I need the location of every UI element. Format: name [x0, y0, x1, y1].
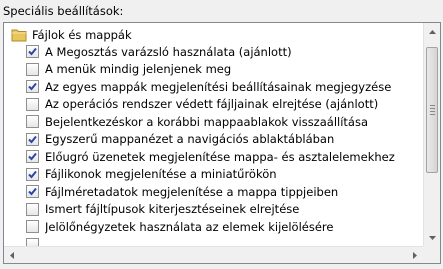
list-item[interactable]: Jelölőnégyzetek használata az elemek kij…	[26, 218, 422, 236]
item-label: Fájlméretadatok megjelenítése a mappa ti…	[45, 184, 339, 199]
folder-icon	[11, 29, 27, 41]
item-label: Az operációs rendszer védett fájljainak …	[45, 97, 379, 112]
item-label: Bejelentkezéskor a korábbi mappaablakok …	[45, 114, 368, 129]
list-item[interactable]: Fájlikonok megjelenítése a miniatűrökön	[26, 166, 422, 184]
scroll-up-button[interactable]	[424, 23, 440, 40]
checkbox[interactable]	[26, 115, 39, 129]
arrow-left-icon	[10, 252, 14, 259]
settings-list: A Megosztás varázsló használata (ajánlot…	[26, 43, 422, 253]
checkmark-icon	[28, 170, 37, 179]
arrow-right-icon	[413, 252, 417, 259]
list-item[interactable]: A menük mindig jelenjenek meg	[26, 61, 422, 79]
scroll-thumb[interactable]	[426, 47, 438, 173]
scroll-down-button[interactable]	[424, 229, 440, 246]
arrow-up-icon	[428, 29, 436, 34]
checkmark-icon	[28, 48, 37, 56]
list-item[interactable]: A Megosztás varázsló használata (ajánlot…	[26, 43, 422, 61]
item-label: Ismert fájltípusok kiterjesztéseinek elr…	[45, 202, 300, 217]
item-label: Az egyes mappák megjelenítési beállítása…	[45, 79, 392, 94]
list-item[interactable]: Bejelentkezéskor a korábbi mappaablakok …	[26, 113, 422, 131]
checkbox[interactable]	[26, 45, 39, 59]
vertical-scrollbar[interactable]	[423, 23, 440, 246]
item-label: Előugró üzenetek megjelenítése mappa- és…	[45, 149, 395, 164]
item-label: Egyszerű mappanézet a navigációs ablaktá…	[45, 132, 335, 147]
checkbox[interactable]	[26, 62, 39, 76]
list-item[interactable]: Az egyes mappák megjelenítési beállítása…	[26, 78, 422, 96]
folder-label: Fájlok és mappák	[32, 27, 132, 42]
list-item[interactable]: Előugró üzenetek megjelenítése mappa- és…	[26, 148, 422, 166]
list-item[interactable]: Az operációs rendszer védett fájljainak …	[26, 96, 422, 114]
checkmark-icon	[28, 83, 37, 91]
advanced-settings-tree[interactable]: Fájlok és mappák A Megosztás varázsló ha…	[3, 22, 441, 264]
tree-folder-files-and-folders[interactable]: Fájlok és mappák	[11, 26, 132, 43]
horizontal-scrollbar[interactable]	[4, 246, 423, 263]
scroll-left-button[interactable]	[4, 247, 20, 263]
checkbox[interactable]	[26, 220, 39, 234]
list-item[interactable]: Egyszerű mappanézet a navigációs ablaktá…	[26, 131, 422, 149]
item-label: A Megosztás varázsló használata (ajánlot…	[45, 44, 292, 59]
list-item[interactable]: Fájlméretadatok megjelenítése a mappa ti…	[26, 183, 422, 201]
item-label: Fájlikonok megjelenítése a miniatűrökön	[45, 167, 277, 182]
checkbox[interactable]	[26, 132, 39, 146]
checkmark-icon	[28, 153, 37, 161]
checkbox[interactable]	[26, 150, 39, 164]
item-label: A menük mindig jelenjenek meg	[45, 62, 232, 77]
advanced-settings-label: Speciális beállítások:	[3, 4, 124, 18]
checkbox[interactable]	[26, 185, 39, 199]
checkbox[interactable]	[26, 97, 39, 111]
list-item[interactable]: Ismert fájltípusok kiterjesztéseinek elr…	[26, 201, 422, 219]
checkbox[interactable]	[26, 80, 39, 94]
arrow-down-icon	[428, 235, 436, 240]
checkmark-icon	[28, 135, 37, 144]
scroll-right-button[interactable]	[407, 247, 423, 263]
checkbox[interactable]	[26, 202, 39, 216]
scrollbar-corner	[423, 246, 440, 263]
checkmark-icon	[28, 188, 37, 196]
item-label: Jelölőnégyzetek használata az elemek kij…	[45, 219, 334, 234]
checkbox[interactable]	[26, 167, 39, 181]
